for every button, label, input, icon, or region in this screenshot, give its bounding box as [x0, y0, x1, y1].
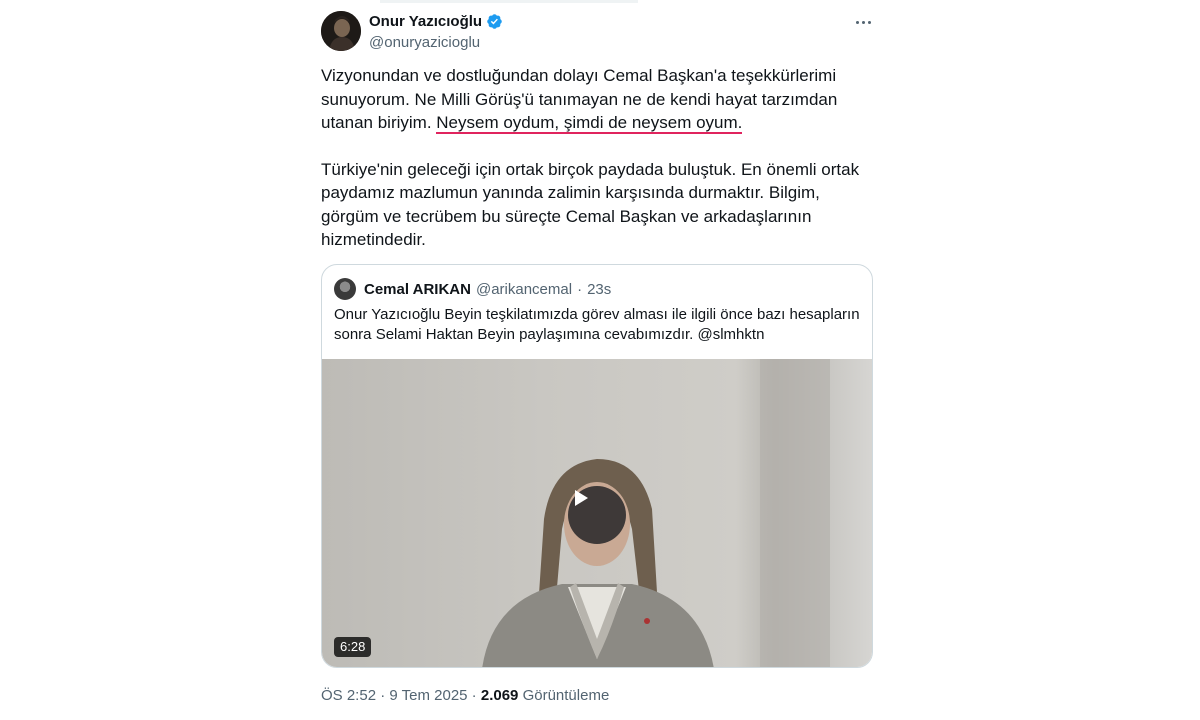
meta-separator: · — [376, 687, 390, 704]
more-options-icon[interactable] — [851, 12, 875, 32]
tweet-time[interactable]: ÖS 2:52 — [321, 687, 376, 704]
quoted-author-name[interactable]: Cemal ARIKAN — [364, 281, 471, 298]
tweet-paragraph-1: Vizyonundan ve dostluğundan dolayı Cemal… — [321, 64, 866, 135]
author-avatar[interactable] — [321, 11, 361, 51]
quoted-tweet-text: Onur Yazıcıoğlu Beyin teşkilatımızda gör… — [334, 306, 860, 343]
play-button[interactable] — [568, 486, 626, 544]
highlighted-quote: Neysem oydum, şimdi de neysem oyum. — [436, 113, 743, 134]
video-duration-badge: 6:28 — [334, 637, 372, 657]
tweet-paragraph-2: Türkiye'nin geleceği için ortak birçok p… — [321, 159, 860, 250]
separator-dot: · — [577, 280, 583, 298]
tweet-date[interactable]: 9 Tem 2025 — [389, 687, 467, 704]
tweet-text: Vizyonundan ve dostluğundan dolayı Cemal… — [321, 64, 866, 252]
author-handle[interactable]: @onuryazicioglu — [369, 34, 480, 51]
verified-badge-icon — [486, 13, 503, 30]
views-count: 2.069 — [480, 687, 519, 704]
quoted-tweet-header: Cemal ARIKAN @arikancemal · 23s — [334, 278, 611, 300]
video-player[interactable]: 6:28 — [322, 359, 872, 667]
tweet: Onur Yazıcıoğlu @onuryazicioglu Vizyonun… — [321, 0, 875, 720]
quoted-tweet-time[interactable]: 23s — [587, 281, 611, 298]
meta-separator: · — [467, 687, 481, 704]
quoted-tweet-card[interactable]: Cemal ARIKAN @arikancemal · 23s Onur Yaz… — [321, 264, 873, 668]
tweet-metadata: ÖS 2:52 · 9 Tem 2025 · 2.069 Görüntüleme — [321, 687, 609, 704]
author-name-row: Onur Yazıcıoğlu — [369, 13, 503, 30]
play-icon — [575, 490, 588, 506]
views-label: Görüntüleme — [522, 687, 610, 704]
author-display-name[interactable]: Onur Yazıcıoğlu — [369, 13, 482, 30]
quoted-author-avatar[interactable] — [334, 278, 356, 300]
quoted-author-handle[interactable]: @arikancemal — [476, 281, 572, 298]
